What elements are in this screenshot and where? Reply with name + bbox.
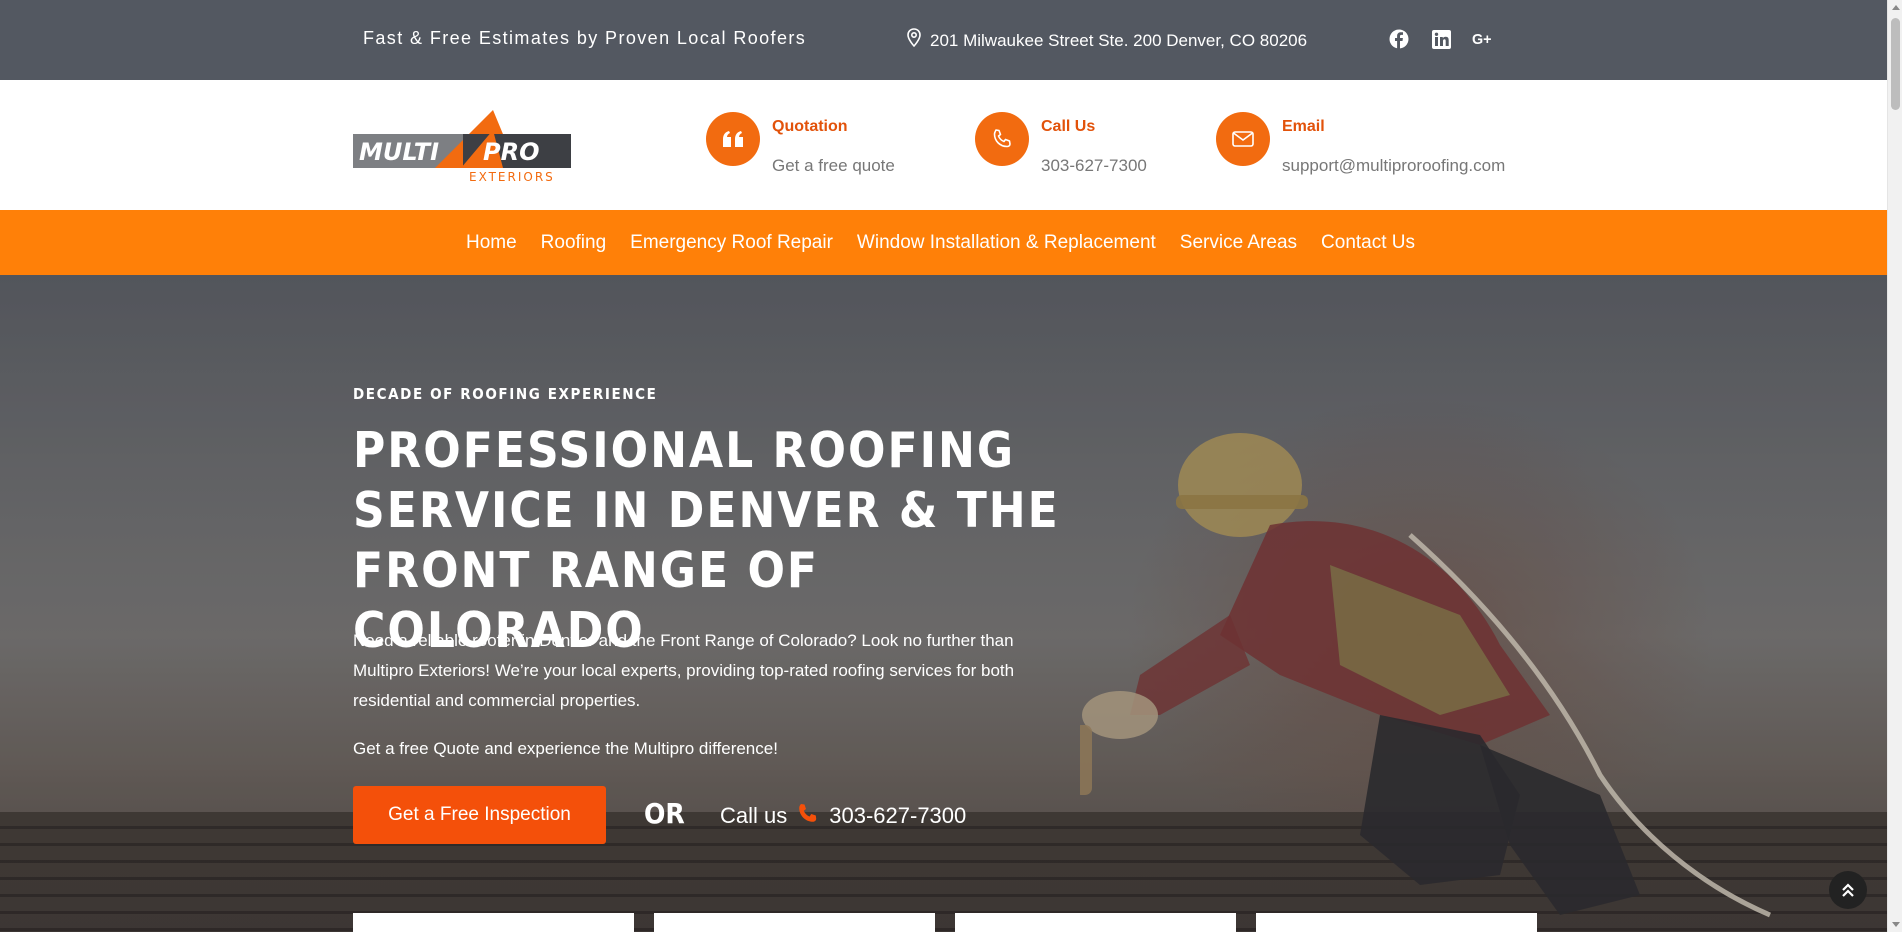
nav-contact-us[interactable]: Contact Us [1321,232,1415,254]
site-header: MULTI PRO EXTERIORS Quotation Get a free… [0,80,1887,210]
hero-eyebrow: DECADE OF ROOFING EXPERIENCE [353,385,658,403]
address-text: 201 Milwaukee Street Ste. 200 Denver, CO… [930,30,1308,50]
social-links: G+ [1388,28,1494,50]
scroll-down-arrow[interactable] [1892,922,1900,927]
nav-service-areas[interactable]: Service Areas [1180,232,1297,254]
main-nav: Home Roofing Emergency Roof Repair Windo… [0,210,1887,275]
hero-description: Need a reliable roofer in Denver and the… [353,631,1015,710]
call-us-link[interactable]: Call us 303-627-7300 [720,802,966,830]
company-logo[interactable]: MULTI PRO EXTERIORS [353,108,571,184]
svg-text:G+: G+ [1472,32,1492,48]
email-block[interactable]: Email support@multiproroofing.com [1216,112,1505,176]
nav-home[interactable]: Home [466,232,517,254]
quotation-title: Quotation [772,118,848,135]
hero-subtext: Get a free Quote and experience the Mult… [353,739,778,758]
nav-window-installation[interactable]: Window Installation & Replacement [857,232,1156,254]
call-value[interactable]: 303-627-7300 [1041,156,1147,176]
scroll-to-top-button[interactable] [1829,871,1867,909]
top-bar: Fast & Free Estimates by Proven Local Ro… [0,0,1887,80]
facebook-icon[interactable] [1388,28,1410,50]
quotation-block[interactable]: Quotation Get a free quote [706,112,895,176]
free-inspection-button[interactable]: Get a Free Inspection [353,786,606,844]
double-chevron-up-icon [1842,883,1854,897]
svg-text:EXTERIORS: EXTERIORS [469,170,555,184]
feature-card [654,913,935,932]
linkedin-icon[interactable] [1430,28,1452,50]
call-us-label: Call us [720,803,788,828]
email-value[interactable]: support@multiproroofing.com [1282,156,1505,176]
google-plus-icon[interactable]: G+ [1472,28,1494,50]
call-title: Call Us [1041,118,1096,135]
feature-card [353,913,634,932]
phone-icon [975,112,1029,166]
envelope-icon [1216,112,1270,166]
tagline: Fast & Free Estimates by Proven Local Ro… [363,28,807,48]
nav-emergency-roof-repair[interactable]: Emergency Roof Repair [630,232,833,254]
location-pin-icon [906,28,922,53]
scroll-up-arrow[interactable] [1892,5,1900,10]
address: 201 Milwaukee Street Ste. 200 Denver, CO… [906,28,1307,53]
svg-text:PRO: PRO [483,138,539,166]
scrollbar-thumb[interactable] [1891,18,1900,110]
nav-roofing[interactable]: Roofing [541,232,607,254]
or-divider: OR [644,797,685,830]
feature-card [955,913,1236,932]
call-block[interactable]: Call Us 303-627-7300 [975,112,1147,176]
hero-section: DECADE OF ROOFING EXPERIENCE PROFESSIONA… [0,275,1887,932]
page-scrollbar[interactable] [1887,0,1902,932]
hero-phone-number: 303-627-7300 [829,803,967,828]
quotation-value: Get a free quote [772,156,895,175]
feature-card [1256,913,1537,932]
svg-text:MULTI: MULTI [359,138,439,166]
feature-cards [353,913,1537,932]
quote-icon [706,112,760,166]
email-title: Email [1282,118,1325,135]
hero-headline: PROFESSIONAL ROOFING SERVICE IN DENVER &… [353,422,1060,659]
phone-icon [797,802,819,830]
